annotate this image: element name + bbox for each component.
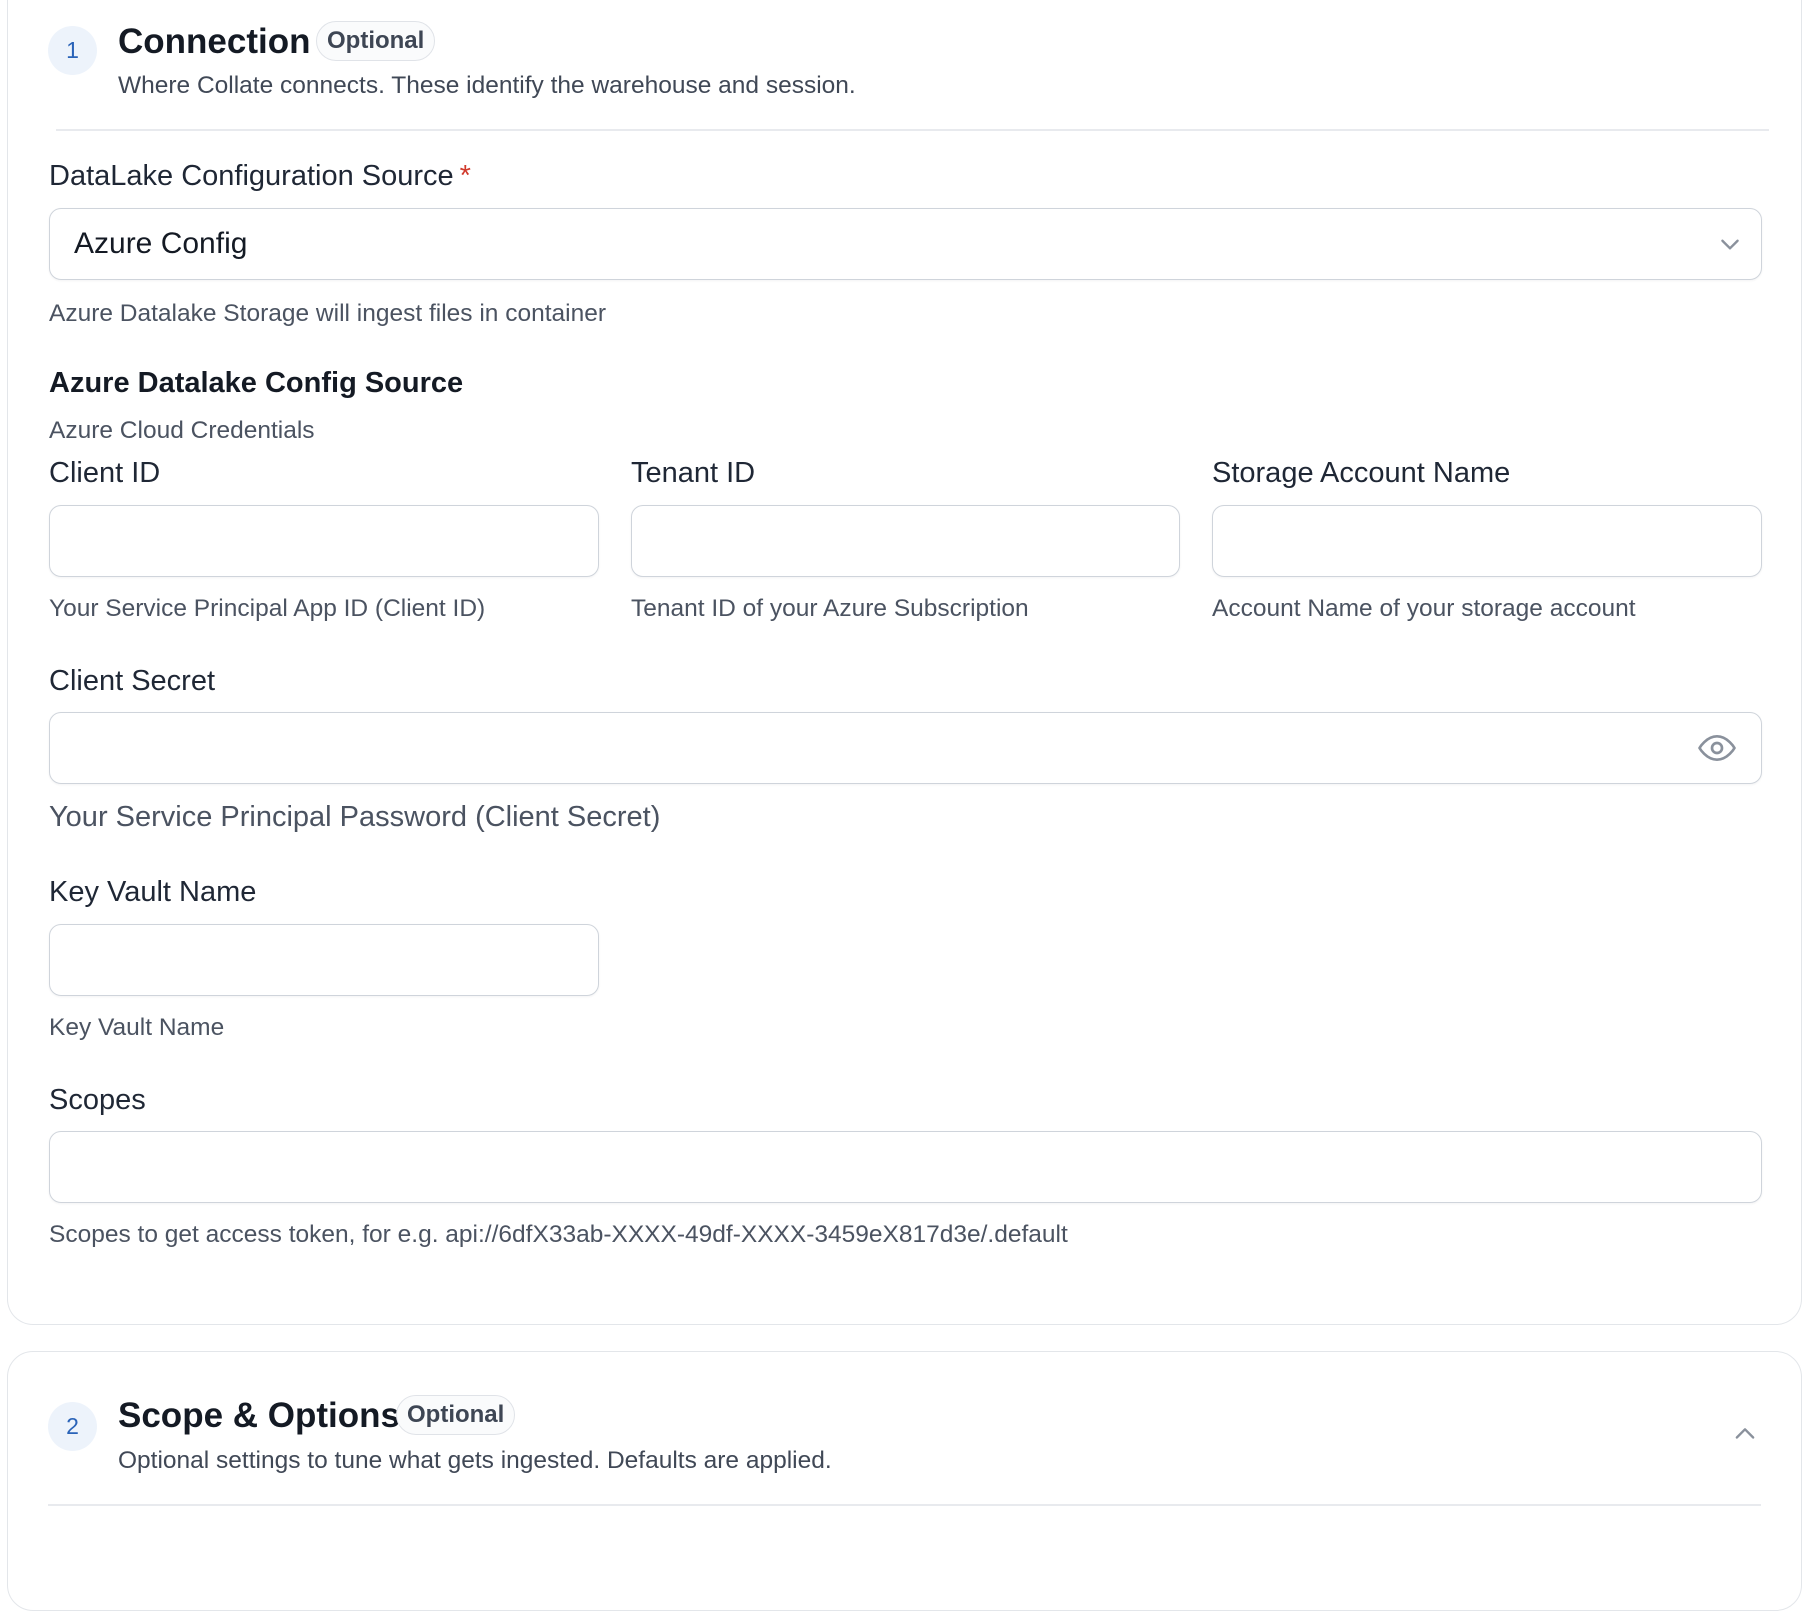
section-title-scope-options: Scope & Options <box>118 1396 400 1435</box>
client-id-label: Client ID <box>49 457 161 489</box>
key-vault-name-help: Key Vault Name <box>49 1014 225 1041</box>
required-mark: * <box>459 160 471 192</box>
step-number: 1 <box>48 26 97 75</box>
client-id-help: Your Service Principal App ID (Client ID… <box>49 595 486 622</box>
connection-card: 1 Connection Optional Where Collate conn… <box>7 0 1802 1325</box>
scopes-help: Scopes to get access token, for e.g. api… <box>49 1221 1068 1248</box>
chevron-up-icon[interactable] <box>1731 1420 1759 1453</box>
section-title-connection: Connection <box>118 22 311 61</box>
tenant-id-help: Tenant ID of your Azure Subscription <box>631 595 1029 622</box>
datalake-source-label-text: DataLake Configuration Source <box>49 160 454 192</box>
scopes-label: Scopes <box>49 1084 146 1116</box>
section-subtitle: Optional settings to tune what gets inge… <box>118 1447 832 1474</box>
storage-account-name-help: Account Name of your storage account <box>1212 595 1636 622</box>
optional-badge: Optional <box>316 21 436 61</box>
azure-config-title: Azure Datalake Config Source <box>49 367 464 399</box>
divider <box>48 1504 1761 1506</box>
client-secret-input[interactable] <box>49 712 1762 784</box>
key-vault-name-input[interactable] <box>49 924 599 996</box>
key-vault-name-label: Key Vault Name <box>49 876 257 908</box>
storage-account-name-input[interactable] <box>1212 505 1762 577</box>
client-id-input[interactable] <box>49 505 599 577</box>
storage-account-name-label: Storage Account Name <box>1212 457 1511 489</box>
azure-config-subtitle: Azure Cloud Credentials <box>49 417 315 444</box>
datalake-source-help: Azure Datalake Storage will ingest files… <box>49 300 606 327</box>
client-secret-help: Your Service Principal Password (Client … <box>49 801 661 833</box>
tenant-id-label: Tenant ID <box>631 457 756 489</box>
scopes-input[interactable] <box>49 1131 1762 1203</box>
datalake-source-label: DataLake Configuration Source * <box>49 160 471 193</box>
step-number: 2 <box>48 1402 97 1451</box>
section-subtitle: Where Collate connects. These identify t… <box>118 72 856 99</box>
client-secret-label: Client Secret <box>49 665 216 697</box>
select-value: Azure Config <box>74 227 248 260</box>
divider <box>56 129 1769 131</box>
chevron-down-icon <box>1717 231 1743 257</box>
tenant-id-input[interactable] <box>631 505 1180 577</box>
datalake-source-select[interactable]: Azure Config <box>49 208 1762 280</box>
optional-badge: Optional <box>396 1395 516 1435</box>
eye-icon[interactable] <box>1697 728 1737 768</box>
scope-options-card: 2 Scope & Options Optional Optional sett… <box>7 1351 1802 1611</box>
